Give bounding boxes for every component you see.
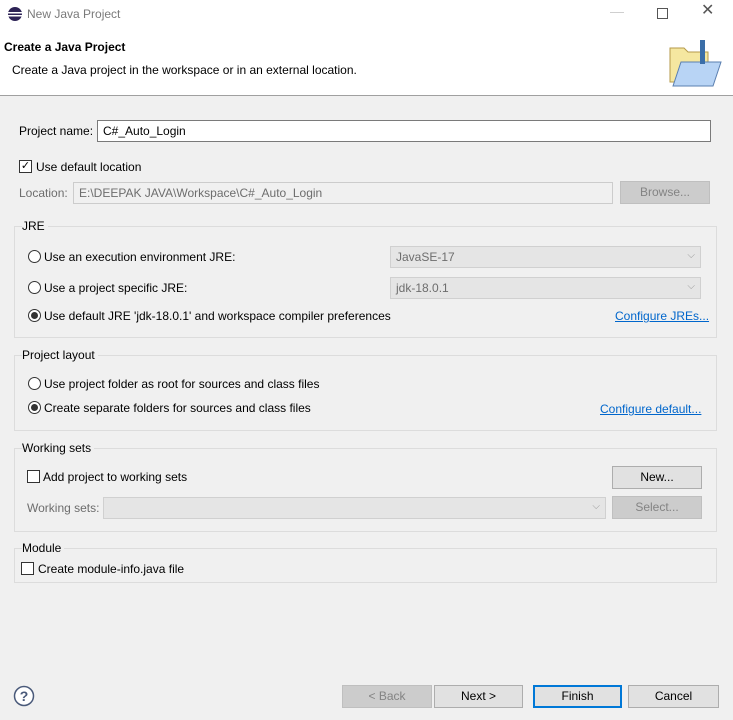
create-module-info-checkbox[interactable] [21, 562, 34, 575]
working-sets-group-label: Working sets [22, 441, 95, 455]
project-jre-combo[interactable]: jdk-18.0.1 ⌵ [390, 277, 701, 299]
project-layout-label: Project layout [22, 348, 98, 362]
project-name-label: Project name: [19, 124, 94, 138]
working-sets-group [14, 448, 717, 532]
window-title: New Java Project [27, 7, 121, 21]
module-group-label: Module [22, 541, 65, 555]
location-label: Location: [19, 186, 68, 200]
add-working-sets-checkbox[interactable] [27, 470, 40, 483]
chevron-down-icon: ⌵ [687, 250, 695, 261]
project-name-input[interactable]: C#_Auto_Login [97, 120, 711, 142]
jre-default-label: Use default JRE 'jdk-18.0.1' and workspa… [44, 309, 391, 323]
minimize-button[interactable]: — [610, 4, 624, 18]
use-default-location-label: Use default location [36, 160, 142, 174]
title-bar: New Java Project — ✕ [0, 0, 733, 28]
add-working-sets-label: Add project to working sets [43, 470, 188, 484]
execution-env-value: JavaSE-17 [396, 250, 455, 264]
browse-button[interactable]: Browse... [620, 181, 710, 204]
jre-group-label: JRE [22, 219, 48, 233]
layout-root-label: Use project folder as root for sources a… [44, 377, 320, 391]
close-button[interactable]: ✕ [701, 3, 714, 19]
new-working-set-button[interactable]: New... [612, 466, 702, 489]
execution-env-combo[interactable]: JavaSE-17 ⌵ [390, 246, 701, 268]
working-sets-combo[interactable]: ⌵ [103, 497, 606, 519]
chevron-down-icon: ⌵ [687, 281, 695, 292]
jre-execution-env-label: Use an execution environment JRE: [44, 250, 236, 264]
layout-root-radio[interactable] [28, 377, 41, 390]
next-button[interactable]: Next > [434, 685, 523, 708]
maximize-button[interactable] [657, 8, 668, 19]
finish-button[interactable]: Finish [533, 685, 622, 708]
wizard-header: Create a Java Project Create a Java proj… [0, 28, 733, 96]
svg-text:?: ? [20, 688, 29, 704]
jre-project-specific-label: Use a project specific JRE: [44, 281, 188, 295]
page-title: Create a Java Project [4, 40, 126, 54]
chevron-down-icon: ⌵ [592, 501, 600, 512]
jre-project-specific-radio[interactable] [28, 281, 41, 294]
java-project-folder-icon [669, 40, 722, 87]
project-jre-value: jdk-18.0.1 [396, 281, 449, 295]
back-button[interactable]: < Back [342, 685, 432, 708]
layout-separate-radio[interactable] [28, 401, 41, 414]
create-module-info-label: Create module-info.java file [38, 562, 185, 576]
configure-jres-link[interactable]: Configure JREs... [615, 309, 709, 323]
layout-separate-label: Create separate folders for sources and … [44, 401, 311, 415]
location-input[interactable]: E:\DEEPAK JAVA\Workspace\C#_Auto_Login [73, 182, 613, 204]
cancel-button[interactable]: Cancel [628, 685, 719, 708]
project-layout-group [14, 355, 717, 431]
select-working-sets-button[interactable]: Select... [612, 496, 702, 519]
jre-execution-env-radio[interactable] [28, 250, 41, 263]
eclipse-icon [8, 7, 22, 21]
configure-default-link[interactable]: Configure default... [600, 402, 701, 416]
use-default-location-checkbox[interactable]: ✓ [19, 160, 32, 173]
jre-default-radio[interactable] [28, 309, 41, 322]
page-description: Create a Java project in the workspace o… [12, 63, 357, 77]
help-icon[interactable]: ? [13, 685, 35, 707]
working-sets-label: Working sets: [27, 501, 100, 515]
